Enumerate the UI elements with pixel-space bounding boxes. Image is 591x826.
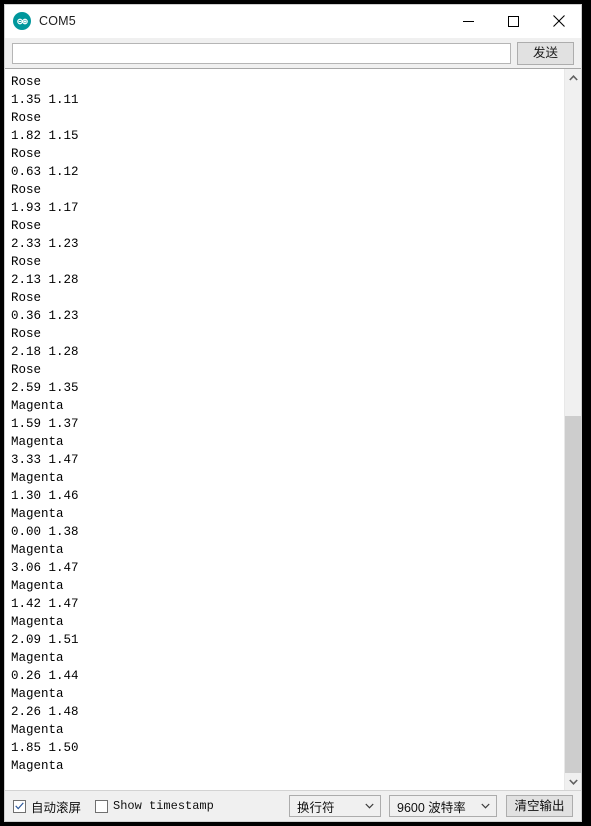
autoscroll-checkbox-box[interactable] (13, 799, 26, 813)
baud-rate-select[interactable]: 9600 波特率 (389, 795, 497, 817)
output-line: Rose (11, 327, 42, 341)
output-line: 1.85 1.50 (11, 741, 79, 755)
output-line: Magenta (11, 759, 64, 773)
send-bar: 发送 (5, 38, 581, 68)
output-line: Rose (11, 219, 42, 233)
output-area: Rose 1.35 1.11 Rose 1.82 1.15 Rose 0.63 1.12 R… (5, 68, 581, 790)
output-line: Rose (11, 291, 42, 305)
autoscroll-label: 自动滚屏 (31, 800, 82, 815)
output-line: 3.33 1.47 (11, 453, 79, 467)
output-line: Magenta (11, 471, 64, 485)
serial-monitor-window: COM5 发送 Rose 1.35 1.11 Rose 1.82 1.15 Ro… (4, 4, 582, 822)
line-ending-select[interactable]: 换行符 (289, 795, 381, 817)
chevron-down-icon (478, 803, 492, 809)
output-line: Rose (11, 363, 42, 377)
send-button[interactable]: 发送 (517, 41, 574, 65)
output-line: Magenta (11, 399, 64, 413)
output-line: 0.63 1.12 (11, 165, 79, 179)
output-line: 1.42 1.47 (11, 597, 79, 611)
output-line: 2.26 1.48 (11, 705, 79, 719)
scroll-down-button[interactable] (565, 773, 581, 790)
arduino-infinity-icon (13, 12, 31, 30)
output-line: 1.35 1.11 (11, 93, 79, 107)
send-input[interactable] (12, 42, 511, 64)
output-line: Magenta (11, 615, 64, 629)
output-line: Magenta (11, 651, 64, 665)
output-line: Magenta (11, 543, 64, 557)
output-line: Rose (11, 147, 42, 161)
chevron-down-icon (362, 803, 376, 809)
output-line: Rose (11, 255, 42, 269)
output-line: 0.00 1.38 (11, 525, 79, 539)
baud-rate-value: 9600 波特率 (397, 800, 466, 815)
output-line: Magenta (11, 723, 64, 737)
show-timestamp-label: Show timestamp (113, 799, 214, 813)
output-line: 1.30 1.46 (11, 489, 79, 503)
title-bar: COM5 (5, 5, 581, 38)
status-bar: 自动滚屏 Show timestamp 换行符 9600 波特率 清空输出 (5, 790, 581, 821)
output-line: Magenta (11, 579, 64, 593)
clear-output-button[interactable]: 清空输出 (506, 795, 573, 817)
serial-output-text[interactable]: Rose 1.35 1.11 Rose 1.82 1.15 Rose 0.63 1.12 R… (5, 69, 564, 790)
line-ending-value: 换行符 (297, 800, 335, 815)
output-line: 0.36 1.23 (11, 309, 79, 323)
output-line: Rose (11, 111, 42, 125)
scrollbar-track[interactable] (565, 86, 581, 773)
output-line: 1.93 1.17 (11, 201, 79, 215)
window-controls (446, 5, 581, 37)
show-timestamp-checkbox[interactable]: Show timestamp (95, 799, 214, 813)
window-title: COM5 (39, 14, 76, 28)
output-line: 2.09 1.51 (11, 633, 79, 647)
output-line: Magenta (11, 507, 64, 521)
minimize-button[interactable] (446, 5, 491, 37)
output-line: 3.06 1.47 (11, 561, 79, 575)
close-button[interactable] (536, 5, 581, 37)
output-line: 2.33 1.23 (11, 237, 79, 251)
scrollbar-thumb[interactable] (565, 415, 581, 773)
maximize-button[interactable] (491, 5, 536, 37)
output-line: Magenta (11, 435, 64, 449)
show-timestamp-checkbox-box[interactable] (95, 799, 109, 813)
output-line: 2.18 1.28 (11, 345, 79, 359)
output-line: 2.59 1.35 (11, 381, 79, 395)
output-line: Rose (11, 75, 42, 89)
output-line: 0.26 1.44 (11, 669, 79, 683)
autoscroll-checkbox[interactable]: 自动滚屏 (13, 797, 81, 816)
output-line: Magenta (11, 687, 64, 701)
output-line: 1.82 1.15 (11, 129, 79, 143)
output-line: Rose (11, 183, 42, 197)
scroll-up-button[interactable] (565, 69, 581, 86)
output-line: 2.13 1.28 (11, 273, 79, 287)
output-line: 1.59 1.37 (11, 417, 79, 431)
output-scrollbar[interactable] (564, 69, 581, 790)
